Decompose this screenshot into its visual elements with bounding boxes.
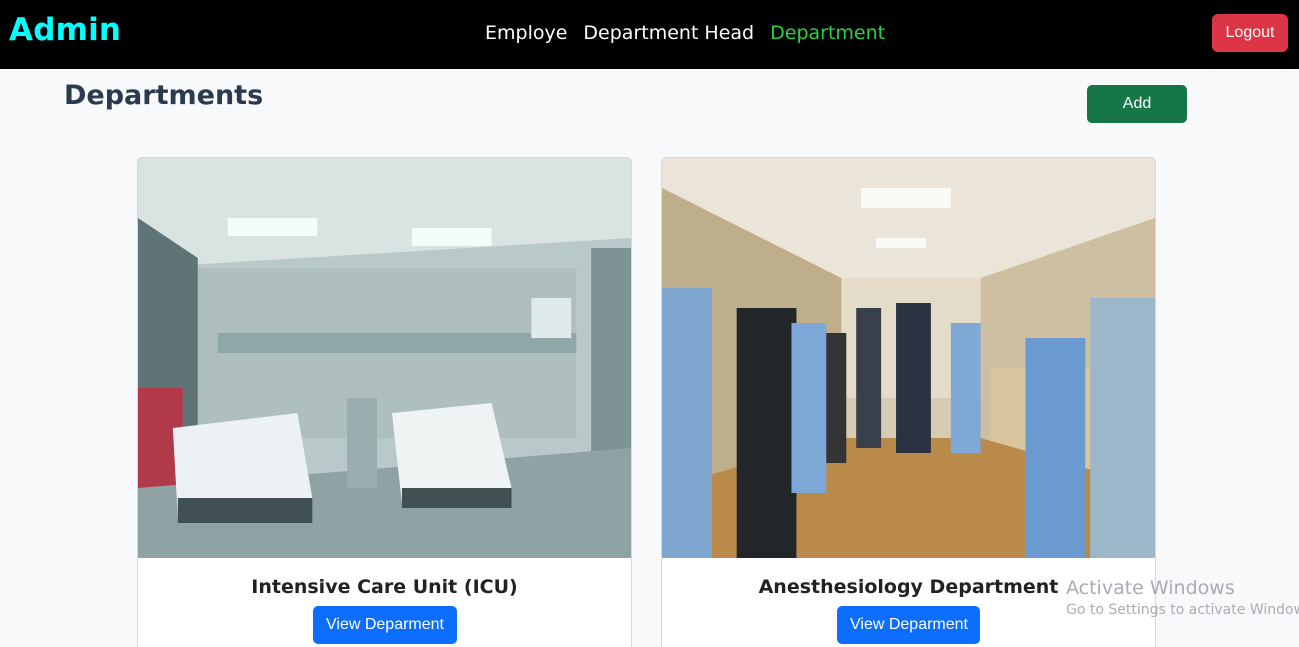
department-card-anesthesiology: Anesthesiology Department View Deparment bbox=[661, 157, 1156, 647]
department-card-icu: Intensive Care Unit (ICU) View Deparment bbox=[137, 157, 632, 647]
watermark-subtitle: Go to Settings to activate Windows. bbox=[1066, 602, 1299, 618]
view-department-button[interactable]: View Deparment bbox=[837, 606, 980, 644]
icu-room-image bbox=[138, 158, 631, 558]
nav-link-department[interactable]: Department bbox=[770, 22, 885, 44]
hospital-hallway-image bbox=[662, 158, 1155, 558]
add-department-button[interactable]: Add bbox=[1087, 85, 1187, 123]
nav-links: Employe Department Head Department bbox=[485, 22, 885, 44]
nav-link-employe[interactable]: Employe bbox=[485, 22, 567, 44]
department-name: Intensive Care Unit (ICU) bbox=[251, 576, 518, 598]
brand-logo[interactable]: Admin bbox=[9, 12, 121, 48]
page-title: Departments bbox=[64, 80, 264, 111]
logout-button[interactable]: Logout bbox=[1212, 14, 1288, 52]
activate-windows-watermark: Activate Windows Go to Settings to activ… bbox=[1066, 577, 1299, 618]
nav-link-department-head[interactable]: Department Head bbox=[583, 22, 754, 44]
view-department-button[interactable]: View Deparment bbox=[313, 606, 457, 644]
top-navbar: Admin Employe Department Head Department… bbox=[0, 0, 1299, 69]
watermark-title: Activate Windows bbox=[1066, 577, 1235, 599]
